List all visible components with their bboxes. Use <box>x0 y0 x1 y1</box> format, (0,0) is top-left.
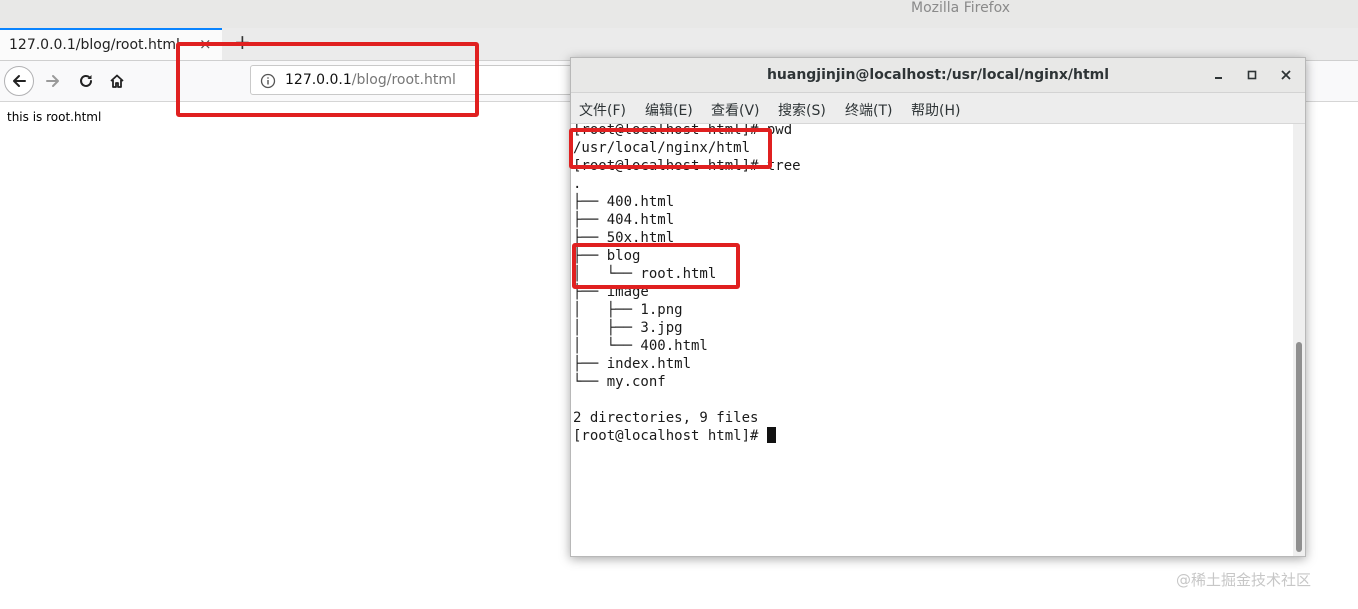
forward-arrow-icon <box>46 75 59 87</box>
terminal-output[interactable]: [root@localhost html]# pwd /usr/local/ng… <box>571 124 1293 556</box>
browser-window-title: Mozilla Firefox <box>911 0 1011 16</box>
url-highlight-box <box>176 42 479 117</box>
reload-button[interactable] <box>71 66 101 96</box>
menu-help[interactable]: 帮助(H) <box>911 100 960 120</box>
terminal-line: │ ├── 3.jpg <box>573 320 683 336</box>
minimize-icon <box>1215 77 1222 79</box>
browser-titlebar: Mozilla Firefox <box>0 0 1358 28</box>
terminal-cursor <box>766 427 776 443</box>
menu-view[interactable]: 查看(V) <box>711 100 760 120</box>
reload-icon <box>80 74 92 87</box>
terminal-line: ├── index.html <box>573 356 692 372</box>
maximize-icon <box>1247 70 1257 80</box>
tab-title: 127.0.0.1/blog/root.html <box>9 37 180 53</box>
terminal-line: └── my.conf <box>573 374 666 390</box>
maximize-button[interactable] <box>1243 66 1261 84</box>
close-icon <box>1281 70 1291 80</box>
terminal-line: 2 directories, 9 files <box>573 410 759 426</box>
terminal-line: ├── 400.html <box>573 194 675 210</box>
forward-button[interactable] <box>38 66 68 96</box>
menu-file[interactable]: 文件(F) <box>579 100 626 120</box>
home-icon <box>110 74 124 88</box>
page-content-text: this is root.html <box>7 110 102 124</box>
back-button[interactable] <box>4 66 34 96</box>
menu-terminal[interactable]: 终端(T) <box>845 100 892 120</box>
scrollbar-thumb[interactable] <box>1296 342 1302 552</box>
terminal-line: │ └── 400.html <box>573 338 708 354</box>
terminal-menubar: 文件(F) 编辑(E) 查看(V) 搜索(S) 终端(T) 帮助(H) <box>571 93 1305 124</box>
menu-search[interactable]: 搜索(S) <box>778 100 826 120</box>
minimize-button[interactable] <box>1210 66 1228 84</box>
terminal-line: ├── 404.html <box>573 212 675 228</box>
terminal-titlebar: huangjinjin@localhost:/usr/local/nginx/h… <box>571 58 1305 93</box>
terminal-line: . <box>573 176 582 192</box>
terminal-scrollbar[interactable] <box>1293 124 1305 556</box>
home-button[interactable] <box>102 66 132 96</box>
pwd-output-highlight-box <box>569 128 772 169</box>
terminal-prompt: [root@localhost html]# <box>573 428 767 444</box>
watermark: @稀土掘金技术社区 <box>1176 571 1312 589</box>
terminal-title: huangjinjin@localhost:/usr/local/nginx/h… <box>766 67 1110 83</box>
close-button[interactable] <box>1277 66 1295 84</box>
back-arrow-icon <box>13 75 26 87</box>
menu-edit[interactable]: 编辑(E) <box>645 100 693 120</box>
blog-folder-highlight-box <box>572 243 740 289</box>
terminal-line: │ ├── 1.png <box>573 302 683 318</box>
